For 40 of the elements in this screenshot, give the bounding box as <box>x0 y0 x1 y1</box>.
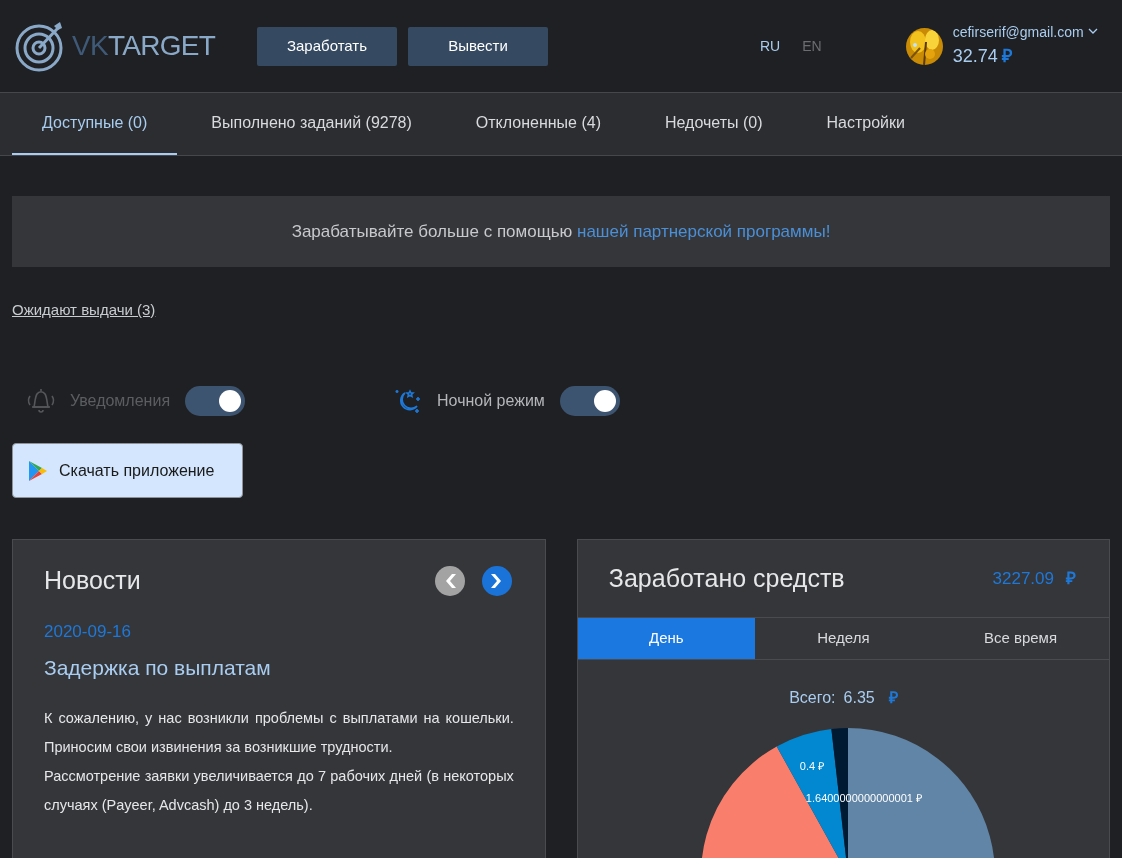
pie-label: 0.4 ₽ <box>799 759 825 774</box>
sum-amount: 6.35 <box>843 688 875 708</box>
avatar[interactable] <box>905 27 943 65</box>
sum-label: Всего: <box>789 688 836 708</box>
currency-sign: ₽ <box>888 688 898 708</box>
tab[interactable]: Отклоненные (4) <box>445 93 631 155</box>
download-app-button[interactable]: Скачать приложение <box>12 443 243 498</box>
language-link[interactable]: RU <box>760 35 781 57</box>
earnings-total: 3227.09 <box>992 567 1054 590</box>
partner-link[interactable]: нашей партнерской программы! <box>577 221 831 241</box>
tab[interactable]: Доступные (0) <box>12 93 178 155</box>
news-paragraph: Рассмотрение заявки увеличивается до 7 рабочих дней (в некоторых случаях (Payeer, Advcash) до 3 недель). <box>44 766 514 815</box>
toggle-switch[interactable] <box>559 386 620 416</box>
period-tab[interactable]: День <box>577 618 755 659</box>
chevron-down-icon[interactable] <box>1087 27 1098 34</box>
news-date: 2020-09-16 <box>44 620 132 643</box>
promo-text: Зарабатывайте больше с помощью нашей партнерской программы! <box>291 220 831 243</box>
bell-icon <box>26 387 56 415</box>
play-store-icon <box>28 459 48 482</box>
toggle-label: Ночной режим <box>437 391 545 411</box>
news-title: Новости <box>44 565 141 596</box>
currency-sign: ₽ <box>1066 567 1076 590</box>
user-email[interactable]: cefirserif@gmail.com <box>952 22 1084 43</box>
tab[interactable]: Недочеты (0) <box>635 93 793 155</box>
header-button[interactable]: Вывести <box>408 26 548 66</box>
header-button[interactable]: Заработать <box>257 26 397 66</box>
news-headline: Задержка по выплатам <box>44 655 272 681</box>
next-button[interactable] <box>481 565 512 596</box>
pending-link[interactable]: Ожидают выдачи (3) <box>12 301 156 318</box>
previous-button[interactable] <box>434 565 465 596</box>
period-tab[interactable]: Неделя <box>754 618 932 659</box>
logo-text: VKTARGET <box>72 29 216 63</box>
tab[interactable]: Выполнено заданий (9278) <box>181 93 442 155</box>
balance-amount: 32.74 <box>952 45 998 68</box>
toggle-label: Уведомления <box>70 391 171 411</box>
earnings-title: Заработано средств <box>608 562 845 594</box>
period-tab[interactable]: Все время <box>931 618 1109 659</box>
currency-sign: ₽ <box>1001 45 1012 68</box>
tab[interactable]: Настройки <box>796 93 935 155</box>
news-paragraph: К сожалению, у нас возникли проблемы с выплатами на кошельки. Приносим свои извинения за возникшие трудности. <box>44 708 514 757</box>
